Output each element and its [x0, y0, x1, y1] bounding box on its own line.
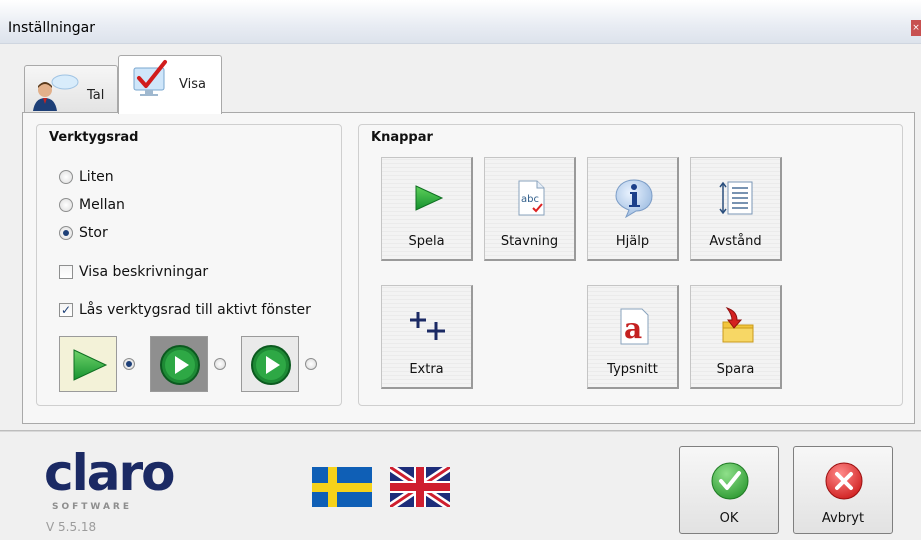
checkbox-las-verktygsrad-label: Lås verktygsrad till aktivt fönster — [79, 302, 311, 318]
checkbox-visa-beskrivningar-label: Visa beskrivningar — [79, 264, 209, 280]
save-folder-icon — [722, 307, 754, 343]
spela-button[interactable]: Spela — [381, 157, 473, 261]
style-option-dark[interactable] — [150, 336, 208, 392]
toolbar-group-title: Verktygsrad — [49, 130, 139, 145]
style-radio-dark[interactable] — [214, 358, 226, 370]
radio-mellan-label: Mellan — [79, 197, 125, 213]
radio-mellan[interactable]: Mellan — [59, 197, 125, 213]
radio-stor-circle[interactable] — [59, 226, 73, 240]
spelling-icon: abc — [518, 180, 545, 216]
claro-logo: claro — [44, 444, 176, 502]
checkbox-visa-beskrivningar[interactable]: Visa beskrivningar — [59, 264, 208, 280]
buttons-group: Knappar Spela abc Stavning Hjälp Avstånd… — [358, 124, 903, 406]
plus-plus-icon — [410, 312, 445, 340]
checkbox-las-verktygsrad-box[interactable]: ✓ — [59, 303, 73, 317]
tab-visa[interactable]: Visa — [118, 55, 222, 114]
style-option-flat[interactable] — [59, 336, 117, 392]
play-icon — [73, 349, 108, 381]
radio-stor-label: Stor — [79, 225, 108, 241]
footer-divider — [0, 430, 921, 432]
close-icon[interactable]: × — [911, 20, 921, 36]
info-icon — [615, 179, 653, 218]
stavning-label: Stavning — [500, 234, 559, 249]
radio-liten-circle[interactable] — [59, 170, 73, 184]
extra-label: Extra — [409, 362, 444, 377]
toolbar-group: Verktygsrad Liten Mellan Stor Visa beskr… — [36, 124, 342, 406]
line-spacing-icon — [719, 181, 753, 215]
play-circle-icon — [251, 345, 291, 385]
extra-button[interactable]: Extra — [381, 285, 473, 389]
radio-liten-label: Liten — [79, 169, 114, 185]
svg-text:a: a — [624, 312, 642, 345]
style-radio-flat[interactable] — [123, 358, 135, 370]
uk-flag-icon[interactable] — [390, 467, 450, 507]
font-icon: a — [620, 308, 649, 345]
typsnitt-label: Typsnitt — [607, 362, 658, 377]
cancel-label: Avbryt — [821, 511, 865, 526]
radio-mellan-circle[interactable] — [59, 198, 73, 212]
stavning-button[interactable]: abc Stavning — [484, 157, 576, 261]
svg-text:abc: abc — [521, 194, 539, 205]
checkbox-las-verktygsrad[interactable]: ✓ Lås verktygsrad till aktivt fönster — [59, 302, 311, 318]
tab-tal-label: Tal — [87, 88, 105, 103]
spara-label: Spara — [716, 362, 755, 377]
claro-logo-software: SOFTWARE — [52, 502, 132, 512]
hjalp-label: Hjälp — [615, 234, 650, 249]
style-radio-light[interactable] — [305, 358, 317, 370]
cancel-button[interactable]: Avbryt — [793, 446, 893, 534]
spara-button[interactable]: Spara — [690, 285, 782, 389]
avstand-button[interactable]: Avstånd — [690, 157, 782, 261]
ok-label: OK — [719, 511, 739, 526]
swedish-flag-icon[interactable] — [312, 467, 372, 507]
settings-window: Inställningar × Tal Visa Verktygsrad Lit… — [0, 0, 921, 540]
check-circle-icon — [711, 462, 749, 500]
play-icon — [415, 185, 444, 211]
radio-liten[interactable]: Liten — [59, 169, 114, 185]
radio-stor[interactable]: Stor — [59, 225, 108, 241]
tab-tal[interactable]: Tal — [24, 65, 118, 113]
hjalp-button[interactable]: Hjälp — [587, 157, 679, 261]
checkbox-visa-beskrivningar-box[interactable] — [59, 265, 73, 279]
window-title: Inställningar — [8, 20, 96, 36]
spela-label: Spela — [408, 234, 445, 249]
buttons-group-title: Knappar — [371, 130, 433, 145]
visa-panel: Verktygsrad Liten Mellan Stor Visa beskr… — [22, 112, 915, 424]
title-bar: Inställningar × — [0, 0, 921, 44]
monitor-check-icon — [133, 60, 167, 96]
ok-button[interactable]: OK — [679, 446, 779, 534]
typsnitt-button[interactable]: a Typsnitt — [587, 285, 679, 389]
version-label: V 5.5.18 — [46, 520, 97, 534]
avstand-label: Avstånd — [709, 234, 762, 249]
play-circle-icon — [160, 345, 200, 385]
close-circle-icon — [825, 462, 863, 500]
style-option-light[interactable] — [241, 336, 299, 392]
speaker-person-icon — [33, 74, 79, 111]
tab-visa-label: Visa — [179, 77, 206, 92]
